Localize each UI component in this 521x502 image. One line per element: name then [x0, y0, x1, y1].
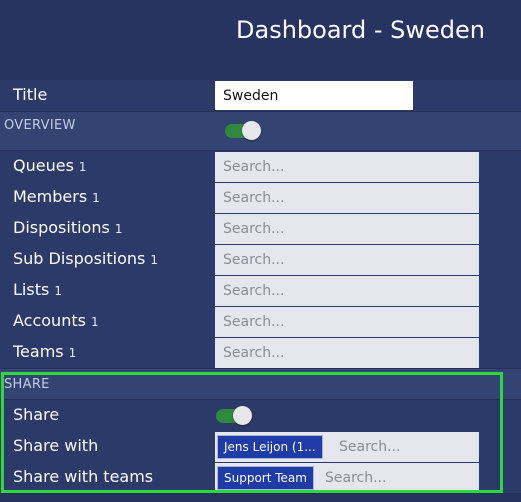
share-row: Share	[0, 400, 521, 432]
sub-dispositions-count: 1	[150, 253, 158, 267]
dispositions-search[interactable]	[215, 214, 479, 244]
overview-section-label: OVERVIEW	[4, 118, 76, 133]
share-toggle[interactable]	[216, 406, 252, 425]
teams-search-input[interactable]	[215, 338, 479, 368]
share-section-label: SHARE	[4, 377, 50, 392]
teams-label: Teams 1	[13, 342, 77, 361]
overview-row-lists: Lists 1	[0, 275, 521, 307]
members-search[interactable]	[215, 183, 479, 213]
toggle-knob	[233, 406, 252, 425]
team-chip[interactable]: Support Team	[217, 466, 314, 490]
accounts-label: Accounts 1	[13, 311, 99, 330]
share-section-header: SHARE	[0, 369, 521, 400]
page-title: Dashboard - Sweden	[236, 16, 485, 44]
overview-row-accounts: Accounts 1	[0, 306, 521, 338]
title-input[interactable]	[215, 81, 413, 110]
share-with-search-input[interactable]	[331, 432, 471, 462]
teams-count: 1	[68, 346, 77, 360]
overview-toggle[interactable]	[225, 121, 261, 140]
toggle-knob	[242, 121, 261, 140]
dispositions-count: 1	[114, 222, 123, 236]
share-with-teams-search-input[interactable]	[317, 463, 467, 493]
lists-count: 1	[54, 284, 62, 298]
share-with-teams-label: Share with teams	[13, 467, 154, 486]
user-chip[interactable]: Jens Leijon (1...	[217, 435, 323, 459]
dispositions-search-input[interactable]	[215, 214, 479, 244]
share-with-teams-field[interactable]: Support Team	[215, 463, 479, 493]
teams-search[interactable]	[215, 338, 479, 368]
overview-row-queues: Queues 1	[0, 151, 521, 183]
queues-label: Queues 1	[13, 156, 87, 175]
members-label: Members 1	[13, 187, 100, 206]
share-with-row: Share with Jens Leijon (1...	[0, 431, 521, 463]
overview-section-header: OVERVIEW	[0, 112, 521, 151]
overview-row-dispositions: Dispositions 1	[0, 213, 521, 245]
sub-dispositions-search-input[interactable]	[215, 245, 479, 275]
members-count: 1	[92, 191, 100, 205]
header: Dashboard - Sweden	[0, 0, 521, 80]
members-search-input[interactable]	[215, 183, 479, 213]
share-label: Share	[13, 405, 60, 424]
title-label: Title	[13, 85, 48, 104]
accounts-search[interactable]	[215, 307, 479, 337]
accounts-count: 1	[90, 315, 99, 329]
lists-search-input[interactable]	[215, 276, 479, 306]
accounts-search-input[interactable]	[215, 307, 479, 337]
sub-dispositions-label: Sub Dispositions 1	[13, 249, 158, 268]
lists-search[interactable]	[215, 276, 479, 306]
share-with-label: Share with	[13, 436, 99, 455]
queues-count: 1	[78, 160, 87, 174]
title-row: Title	[0, 80, 521, 112]
queues-search[interactable]	[215, 152, 479, 182]
dispositions-label: Dispositions 1	[13, 218, 123, 237]
share-with-teams-row: Share with teams Support Team	[0, 462, 521, 494]
overview-row-teams: Teams 1	[0, 337, 521, 369]
share-with-field[interactable]: Jens Leijon (1...	[215, 432, 479, 462]
queues-search-input[interactable]	[215, 152, 479, 182]
sub-dispositions-search[interactable]	[215, 245, 479, 275]
overview-row-sub-dispositions: Sub Dispositions 1	[0, 244, 521, 276]
overview-row-members: Members 1	[0, 182, 521, 214]
lists-label: Lists 1	[13, 280, 62, 299]
